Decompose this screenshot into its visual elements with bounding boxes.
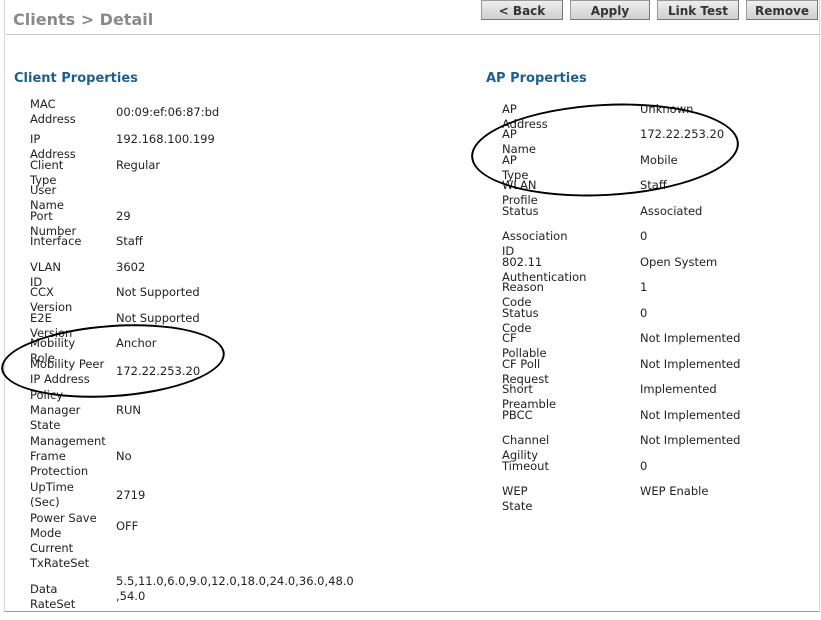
row-label: PBCC [502, 408, 533, 422]
link-test-button[interactable]: Link Test [657, 0, 739, 20]
row-value: Not Implemented [640, 408, 741, 422]
row-label: Status [502, 204, 539, 218]
row-value: Not Implemented [640, 331, 741, 345]
row-value: Anchor [116, 336, 157, 350]
back-button[interactable]: < Back [481, 0, 563, 20]
row-value: Not Implemented [640, 433, 741, 447]
row-label: WEP State [502, 484, 533, 513]
row-value: No [116, 449, 132, 463]
row-value: Unknown [640, 102, 694, 116]
client-properties-title: Client Properties [14, 71, 138, 86]
row-value: 5.5,11.0,6.0,9.0,12.0,18.0,24.0,36.0,48.… [116, 574, 354, 603]
row-value: 172.22.253.20 [640, 127, 725, 141]
row-value: Not Supported [116, 311, 200, 325]
row-value: Not Implemented [640, 357, 741, 371]
row-label: UpTime (Sec) [30, 480, 74, 509]
remove-button[interactable]: Remove [746, 0, 818, 20]
row-value: 172.22.253.20 [116, 364, 201, 378]
row-value: Open System [640, 255, 718, 269]
row-value: 192.168.100.199 [116, 132, 215, 146]
row-label: Policy Manager State [30, 388, 81, 432]
row-value: Implemented [640, 382, 717, 396]
row-value: Associated [640, 204, 703, 218]
apply-button[interactable]: Apply [570, 0, 650, 20]
row-label: Timeout [502, 459, 549, 473]
row-label: Interface [30, 234, 82, 248]
row-value: 00:09:ef:06:87:bd [116, 105, 220, 119]
row-value: 0 [640, 229, 648, 243]
row-value: Mobile [640, 153, 678, 167]
row-value: Not Supported [116, 285, 200, 299]
row-value: 0 [640, 306, 648, 320]
row-value: WEP Enable [640, 484, 709, 498]
row-value: Staff [116, 234, 143, 248]
page-title: Clients > Detail [13, 10, 154, 29]
row-value: 0 [640, 459, 648, 473]
ap-properties-title: AP Properties [486, 71, 587, 86]
row-label: Mobility Peer IP Address [30, 357, 105, 386]
row-label: Management Frame Protection [30, 434, 106, 478]
row-label: MAC Address [30, 97, 76, 126]
row-value: RUN [116, 403, 142, 417]
row-value: 29 [116, 209, 131, 223]
row-label: Power Save Mode [30, 511, 97, 540]
row-label: Data RateSet [30, 582, 76, 611]
row-value: Regular [116, 158, 161, 172]
row-value: 1 [640, 280, 648, 294]
title-divider [6, 34, 820, 35]
row-value: 2719 [116, 488, 146, 502]
row-value: Staff [640, 178, 667, 192]
row-value: OFF [116, 519, 139, 533]
row-label: Current TxRateSet [30, 541, 90, 570]
row-value: 3602 [116, 260, 146, 274]
